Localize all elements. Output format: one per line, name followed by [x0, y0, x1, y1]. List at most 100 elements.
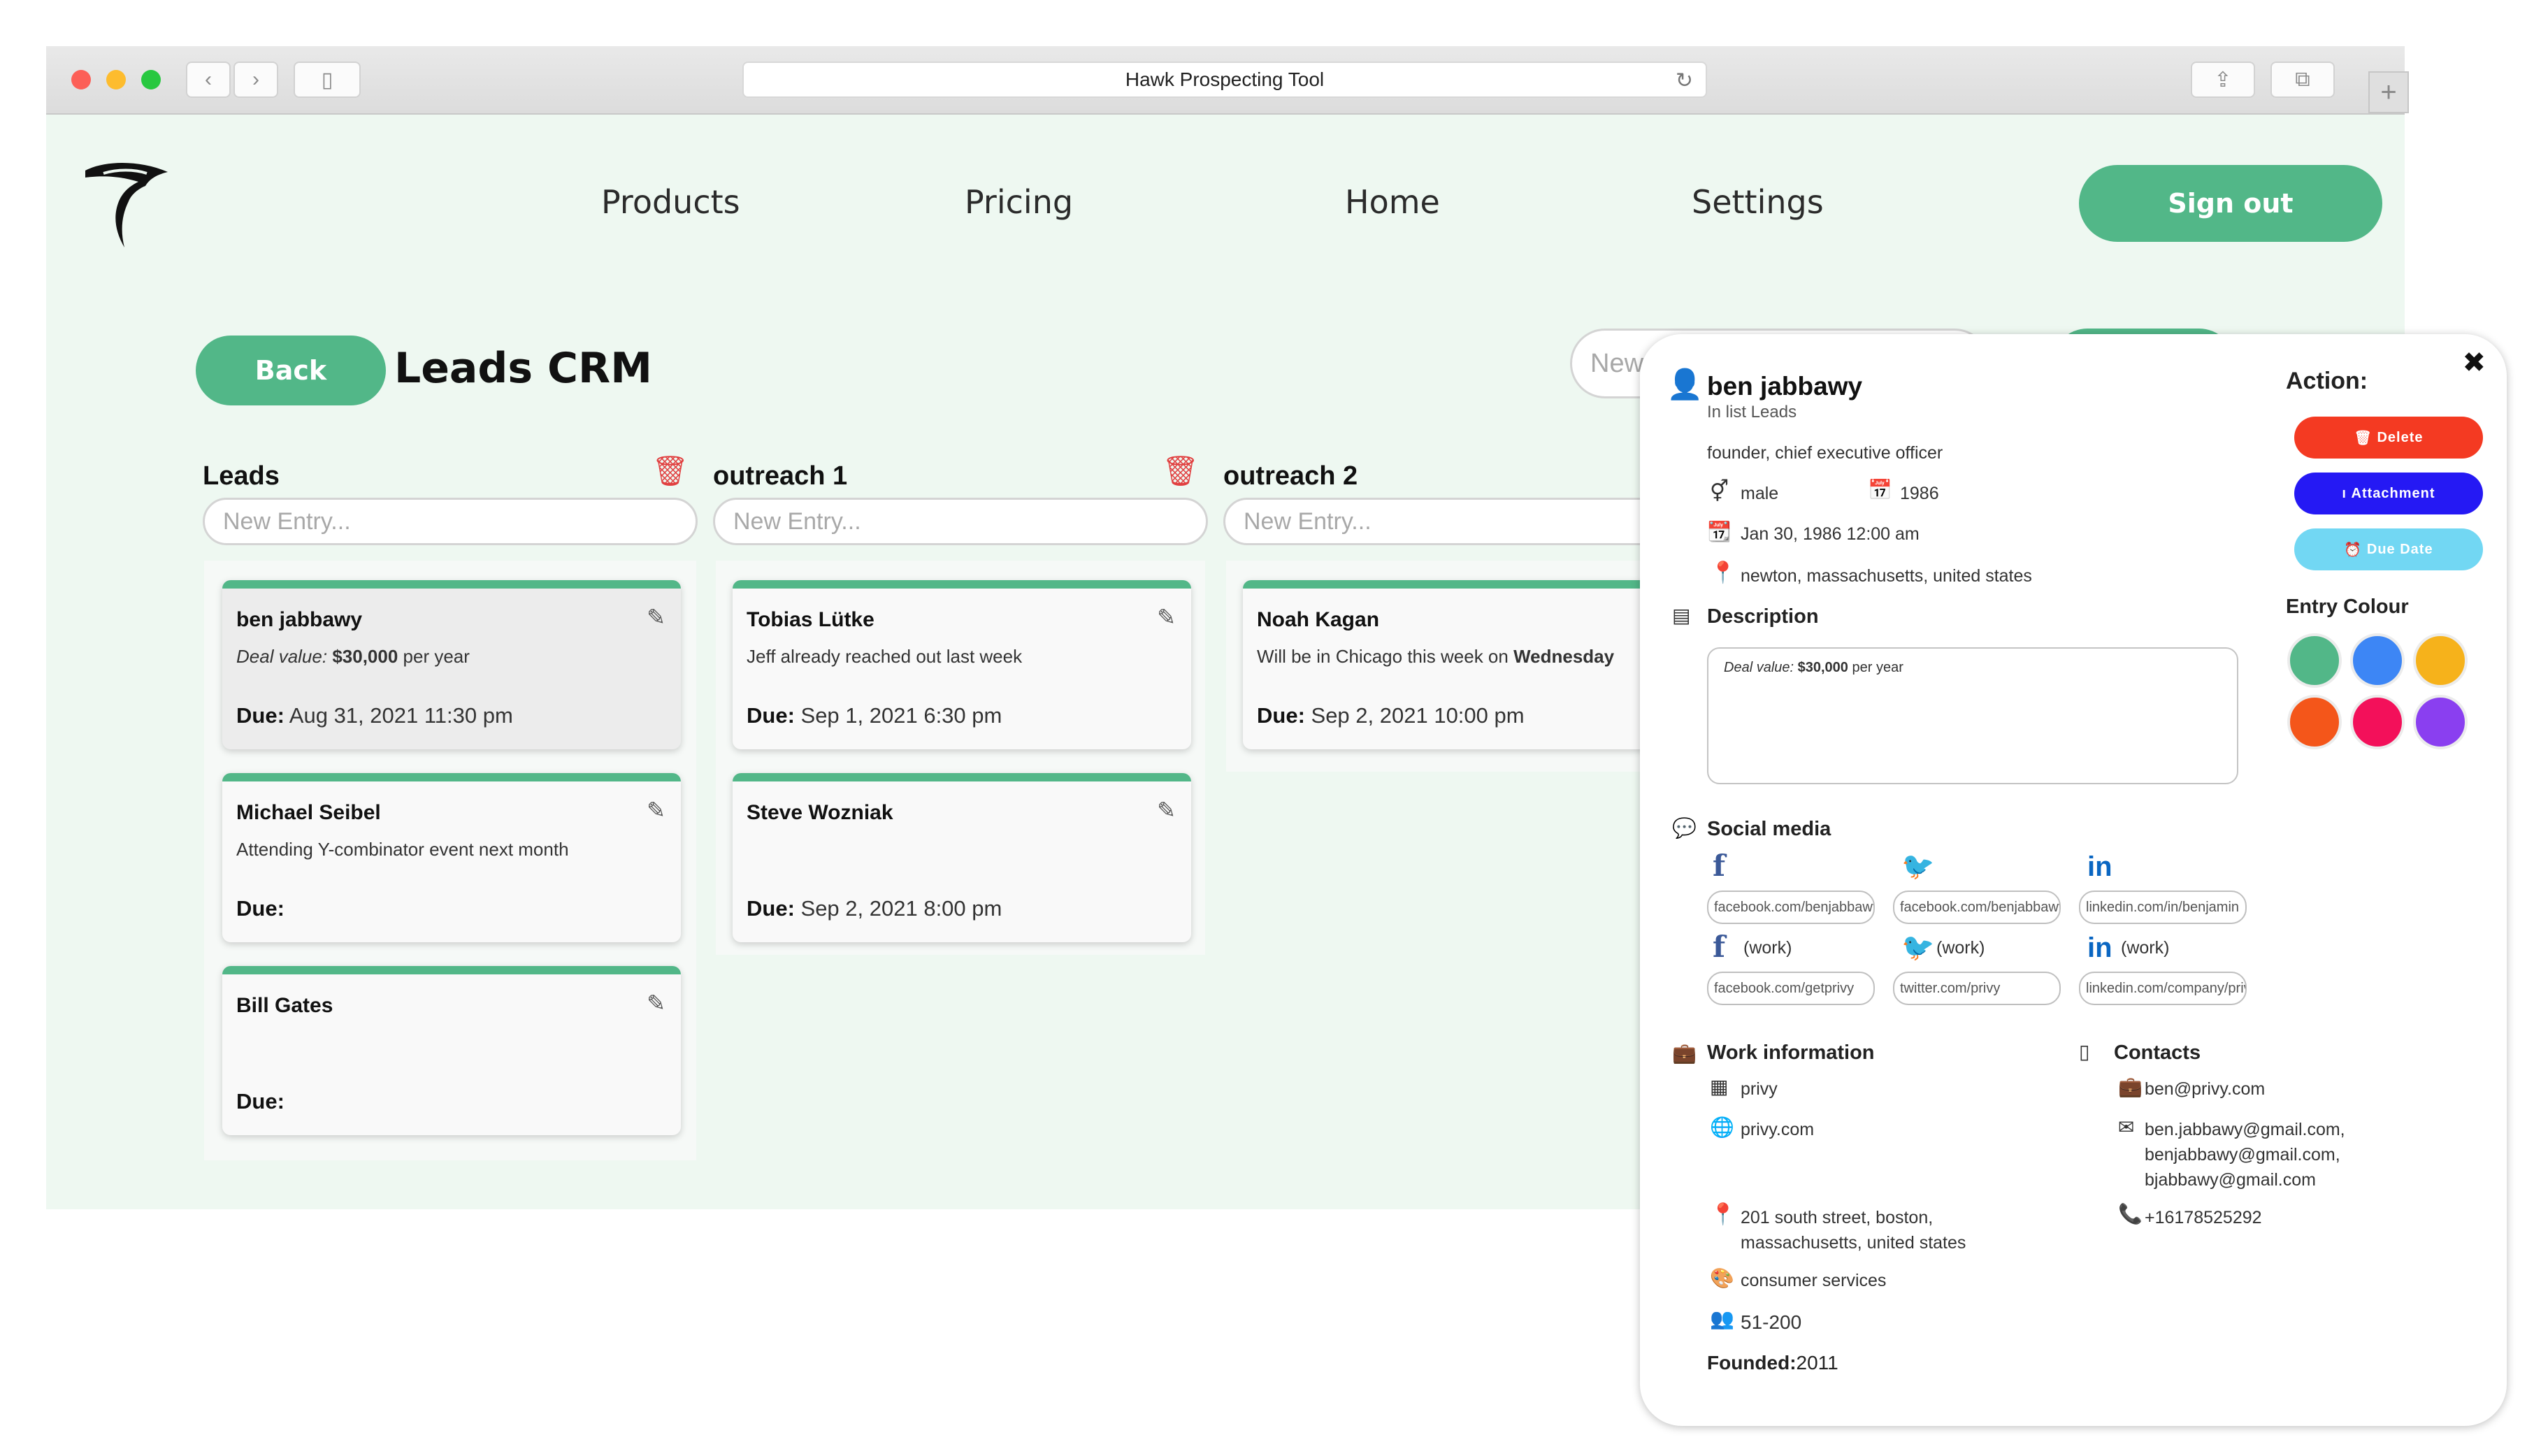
phone-number: +16178525292	[2145, 1208, 2262, 1227]
users-icon: 👥	[1710, 1308, 1734, 1329]
entry-colour-heading: Entry Colour	[2286, 596, 2409, 618]
sign-out-button[interactable]: Sign out	[2079, 165, 2382, 242]
linkedin-input[interactable]: linkedin.com/in/benjamin	[2079, 891, 2247, 924]
hawk-logo	[85, 163, 168, 247]
card-description: Will be in Chicago this week on Wednesda…	[1257, 646, 1615, 667]
paperclip-icon: ı	[2342, 485, 2352, 501]
lead-card-tobias-lutke[interactable]: Tobias Lütke ✎ Jeff already reached out …	[733, 580, 1191, 749]
colour-swatch-blue[interactable]	[2350, 633, 2405, 688]
colour-swatch-yellow[interactable]	[2413, 633, 2468, 688]
address-bar[interactable]: Hawk Prospecting Tool ↻	[742, 62, 1707, 98]
edit-pencil-icon[interactable]: ✎	[1157, 797, 1176, 823]
description-textarea[interactable]: Deal value: $30,000 per year	[1707, 647, 2238, 784]
minimize-window-button[interactable]	[106, 70, 126, 89]
twitter-input[interactable]: facebook.com/benjabbawy	[1893, 891, 2061, 924]
delete-button[interactable]: 🗑 Delete	[2294, 417, 2483, 459]
lead-card-michael-seibel[interactable]: Michael Seibel ✎ Attending Y-combinator …	[222, 773, 681, 942]
card-name: ben jabbawy	[236, 608, 363, 631]
palette-icon: 🎨	[1710, 1267, 1734, 1289]
close-icon[interactable]: ✖	[2462, 347, 2486, 379]
card-name: Bill Gates	[236, 994, 333, 1017]
building-icon: ▦	[1710, 1076, 1729, 1097]
linkedin-work-icon: in	[2087, 932, 2112, 963]
tabs-icon: ⧉	[2295, 68, 2310, 91]
column-title-outreach-1: outreach 1	[713, 461, 848, 491]
lead-card-steve-wozniak[interactable]: Steve Wozniak ✎ Due: Sep 2, 2021 8:00 pm	[733, 773, 1191, 942]
lead-card-bill-gates[interactable]: Bill Gates ✎ Due:	[222, 966, 681, 1135]
industry: consumer services	[1741, 1271, 1887, 1290]
lead-card-noah-kagan[interactable]: Noah Kagan ✎ Will be in Chicago this wee…	[1243, 580, 1701, 749]
new-tab-button[interactable]: +	[2368, 71, 2409, 113]
edit-pencil-icon[interactable]: ✎	[647, 604, 665, 630]
user-circle-icon: 👤	[1666, 368, 1704, 401]
work-address-line-2: massachusetts, united states	[1741, 1233, 1966, 1253]
colour-swatch-purple[interactable]	[2413, 695, 2468, 749]
twitter-work-input[interactable]: twitter.com/privy	[1893, 972, 2061, 1005]
company-name: privy	[1741, 1079, 1778, 1099]
new-entry-input[interactable]: New Entry...	[203, 498, 698, 545]
employee-count: 51-200	[1741, 1311, 1802, 1333]
browser-back-button[interactable]: ‹	[186, 62, 231, 98]
nav-settings[interactable]: Settings	[1692, 183, 1824, 221]
share-button[interactable]: ⇪	[2191, 62, 2255, 98]
delete-column-trash-icon[interactable]: 🗑	[652, 454, 689, 489]
facebook-input[interactable]: facebook.com/benjabbawy	[1707, 891, 1875, 924]
lead-location: newton, massachusetts, united states	[1741, 566, 2032, 586]
due-date-button[interactable]: ⏰ Due Date	[2294, 528, 2483, 570]
alarm-clock-icon: ⏰	[2344, 542, 2367, 558]
delete-column-trash-icon[interactable]: 🗑	[1162, 454, 1199, 489]
close-window-button[interactable]	[71, 70, 91, 89]
nav-home[interactable]: Home	[1345, 183, 1440, 221]
twitter-icon: 🐦	[1901, 852, 1935, 881]
twitter-work-label: (work)	[1936, 938, 1985, 958]
facebook-work-input[interactable]: facebook.com/getprivy	[1707, 972, 1875, 1005]
edit-pencil-icon[interactable]: ✎	[647, 990, 665, 1016]
sidebar-toggle-button[interactable]: ▯	[294, 62, 361, 98]
action-heading: Action:	[2286, 368, 2368, 394]
card-name: Steve Wozniak	[747, 801, 893, 824]
card-due: Due:	[236, 1089, 285, 1113]
chat-icon: 💬	[1672, 817, 1697, 839]
nav-pricing[interactable]: Pricing	[965, 183, 1073, 221]
maximize-window-button[interactable]	[141, 70, 161, 89]
browser-forward-button[interactable]: ›	[233, 62, 278, 98]
linkedin-icon: in	[2087, 851, 2112, 882]
column-title-leads: Leads	[203, 461, 280, 491]
envelope-icon: ✉	[2118, 1116, 2135, 1138]
card-name: Michael Seibel	[236, 801, 381, 824]
lead-list: In list Leads	[1707, 403, 1797, 421]
globe-icon: 🌐	[1710, 1116, 1734, 1138]
linkedin-work-input[interactable]: linkedin.com/company/privy	[2079, 972, 2247, 1005]
colour-swatch-orange[interactable]	[2287, 695, 2342, 749]
colour-swatch-pink[interactable]	[2350, 695, 2405, 749]
edit-pencil-icon[interactable]: ✎	[1157, 604, 1176, 630]
new-entry-input[interactable]: New Entry...	[713, 498, 1208, 545]
lead-card-ben-jabbawy[interactable]: ben jabbawy ✎ Deal value: $30,000 per ye…	[222, 580, 681, 749]
email-1: ben.jabbawy@gmail.com,	[2145, 1120, 2345, 1139]
colour-swatch-green[interactable]	[2287, 633, 2342, 688]
nav-products[interactable]: Products	[601, 183, 740, 221]
map-pin-icon: 📍	[1710, 1203, 1736, 1226]
edit-pencil-icon[interactable]: ✎	[647, 797, 665, 823]
contacts-heading: Contacts	[2114, 1041, 2201, 1064]
briefcase-icon: 💼	[2118, 1076, 2143, 1097]
chevron-left-icon: ‹	[205, 68, 212, 91]
tabs-overview-button[interactable]: ⧉	[2270, 62, 2335, 98]
page-title: Leads CRM	[394, 344, 652, 393]
lead-detail-panel: ✖ 👤 ben jabbawy In list Leads founder, c…	[1640, 334, 2507, 1426]
social-media-heading: Social media	[1707, 818, 1831, 840]
phone-device-icon: ▯	[2079, 1041, 2090, 1062]
sidebar-icon: ▯	[321, 68, 333, 92]
card-due: Due: Aug 31, 2021 11:30 pm	[236, 703, 513, 728]
back-button[interactable]: Back	[196, 336, 386, 405]
description-heading: Description	[1707, 605, 1819, 628]
facebook-work-label: (work)	[1743, 938, 1792, 958]
work-address-line-1: 201 south street, boston,	[1741, 1208, 1934, 1227]
reload-icon[interactable]: ↻	[1676, 69, 1693, 93]
lead-job-title: founder, chief executive officer	[1707, 443, 1943, 463]
card-description: Jeff already reached out last week	[747, 646, 1023, 667]
calendar-clock-icon: 📆	[1707, 521, 1732, 542]
card-name: Tobias Lütke	[747, 608, 874, 631]
attachment-button[interactable]: ı Attachment	[2294, 473, 2483, 514]
facebook-work-icon: f	[1713, 930, 1726, 964]
